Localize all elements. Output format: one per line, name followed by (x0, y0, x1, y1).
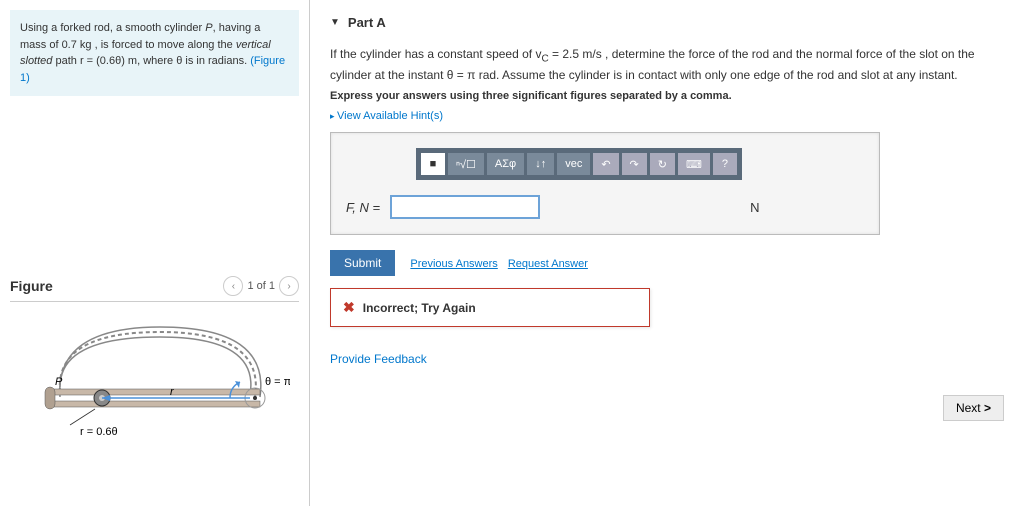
tool-vec-button[interactable]: vec (557, 153, 590, 175)
collapse-icon: ▼ (330, 17, 340, 28)
tool-help-button[interactable]: ? (713, 153, 737, 175)
problem-text: path r = (0.6θ) m, where θ is in radians… (52, 55, 250, 67)
pager-next-button[interactable]: › (279, 276, 299, 296)
right-panel: ▼ Part A If the cylinder has a constant … (310, 0, 1024, 506)
feedback-box: ✖ Incorrect; Try Again (330, 288, 650, 327)
previous-answers-link[interactable]: Previous Answers (410, 258, 497, 270)
unit-label: N (750, 200, 759, 215)
left-panel: Using a forked rod, a smooth cylinder P,… (0, 0, 310, 506)
feedback-text: Incorrect; Try Again (363, 301, 476, 315)
question-text: If the cylinder has a constant speed of … (330, 45, 1004, 84)
tool-redo-button[interactable]: ↷ (622, 153, 647, 175)
provide-feedback-link[interactable]: Provide Feedback (330, 352, 427, 366)
tool-template-button[interactable]: ■ (421, 153, 445, 175)
submit-button[interactable]: Submit (330, 250, 395, 276)
label-P: P (55, 376, 63, 388)
problem-statement: Using a forked rod, a smooth cylinder P,… (10, 10, 299, 96)
figure-image: P r θ = π r = 0.6θ (10, 317, 299, 450)
figure-section: Figure ‹ 1 of 1 › (10, 276, 299, 450)
tool-greek-button[interactable]: ΑΣφ (487, 153, 524, 175)
answer-input[interactable] (390, 195, 540, 219)
tool-reset-button[interactable]: ↻ (650, 153, 675, 175)
var-P: P (205, 22, 212, 34)
label-req: r = 0.6θ (80, 426, 118, 438)
hints-link[interactable]: View Available Hint(s) (330, 110, 1004, 122)
next-button[interactable]: Next (943, 395, 1004, 421)
express-instruction: Express your answers using three signifi… (330, 90, 1004, 102)
tool-subscript-button[interactable]: ↓↑ (527, 153, 554, 175)
answer-box: ■ ⁿ√☐ ΑΣφ ↓↑ vec ↶ ↷ ↻ ⌨ ? F, N = N (330, 132, 880, 235)
figure-pager: ‹ 1 of 1 › (223, 276, 299, 296)
equation-toolbar: ■ ⁿ√☐ ΑΣφ ↓↑ vec ↶ ↷ ↻ ⌨ ? (416, 148, 742, 180)
request-answer-link[interactable]: Request Answer (508, 258, 588, 270)
problem-text: Using a forked rod, a smooth cylinder (20, 22, 205, 34)
tool-keyboard-button[interactable]: ⌨ (678, 153, 710, 175)
incorrect-icon: ✖ (343, 299, 355, 316)
label-theta: θ = π (265, 376, 290, 388)
tool-root-button[interactable]: ⁿ√☐ (448, 153, 484, 175)
pager-prev-button[interactable]: ‹ (223, 276, 243, 296)
part-title: Part A (348, 15, 386, 30)
part-header[interactable]: ▼ Part A (330, 15, 1004, 30)
pager-text: 1 of 1 (247, 280, 275, 292)
tool-undo-button[interactable]: ↶ (593, 153, 618, 175)
figure-title: Figure (10, 278, 53, 294)
input-label: F, N = (346, 200, 380, 215)
